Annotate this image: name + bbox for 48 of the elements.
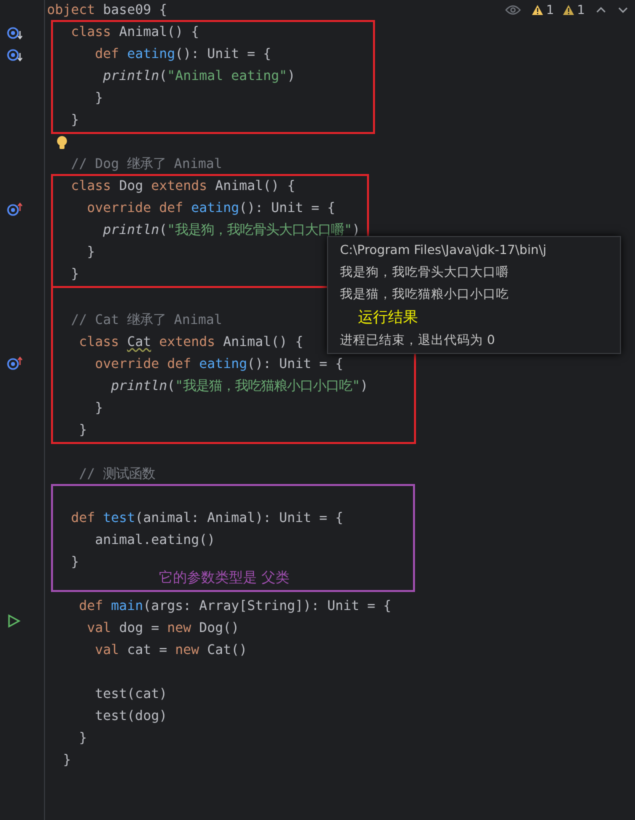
code-line: } [70, 266, 80, 284]
chevron-down-icon[interactable] [617, 4, 629, 14]
code-line: def eating(): Unit = { [94, 46, 272, 64]
code-line: def main(args: Array[String]): Unit = { [78, 598, 392, 616]
code-line: object base09 { [47, 2, 168, 20]
code-line: override def eating(): Unit = { [86, 200, 336, 218]
warning-counter[interactable]: 1 [562, 2, 585, 17]
code-line: override def eating(): Unit = { [94, 356, 344, 374]
code-line: } [78, 730, 88, 748]
code-line: def test(animal: Animal): Unit = { [70, 510, 344, 528]
code-line: class Cat extends Animal() { [78, 334, 304, 352]
annotation-label: 它的参数类型是 父类 [159, 569, 290, 587]
code-line: test(cat) [94, 686, 168, 704]
code-line: } [94, 90, 104, 108]
annotation-label: 运行结果 [357, 307, 418, 328]
code-line: println("我是猫，我吃猫粮小口小口吃") [110, 378, 368, 396]
code-line: } [94, 400, 104, 418]
code-line: val cat = new Cat() [94, 642, 248, 660]
code-line: class Animal() { [70, 24, 200, 42]
warning-icon [562, 4, 576, 16]
warning-counter[interactable]: 1 [531, 2, 554, 17]
code-line: } [78, 422, 88, 440]
code-line: println("我是狗，我吃骨头大口大口嚼") [102, 222, 360, 240]
output-line: 我是猫，我吃猫粮小口小口吃 [340, 285, 509, 303]
output-line: 我是狗，我吃骨头大口大口嚼 [340, 263, 509, 281]
code-line: test(dog) [94, 708, 168, 726]
lightbulb-icon[interactable] [56, 135, 68, 150]
override-icon[interactable] [7, 202, 23, 216]
output-line: C:\Program Files\Java\jdk-17\bin\j [340, 241, 546, 259]
code-line: } [70, 554, 80, 572]
implemented-icon[interactable] [7, 26, 23, 40]
override-icon[interactable] [7, 356, 23, 370]
code-line: } [62, 752, 72, 770]
output-line: 进程已结束，退出代码为 0 [340, 331, 495, 349]
code-line: println("Animal eating") [102, 68, 296, 86]
code-line: val dog = new Dog() [86, 620, 240, 638]
code-line: } [70, 112, 80, 130]
run-icon[interactable] [7, 614, 21, 628]
implemented-icon[interactable] [7, 48, 23, 62]
code-line: animal.eating() [94, 532, 216, 550]
eye-icon[interactable] [505, 4, 522, 16]
warning-icon [531, 4, 544, 16]
code-line: class Dog extends Animal() { [70, 178, 296, 196]
code-line: // Dog 继承了 Animal [70, 156, 222, 174]
code-line: } [86, 244, 96, 262]
code-line: // 测试函数 [78, 466, 156, 484]
code-line: // Cat 继承了 Animal [70, 312, 222, 330]
chevron-up-icon[interactable] [595, 4, 607, 14]
